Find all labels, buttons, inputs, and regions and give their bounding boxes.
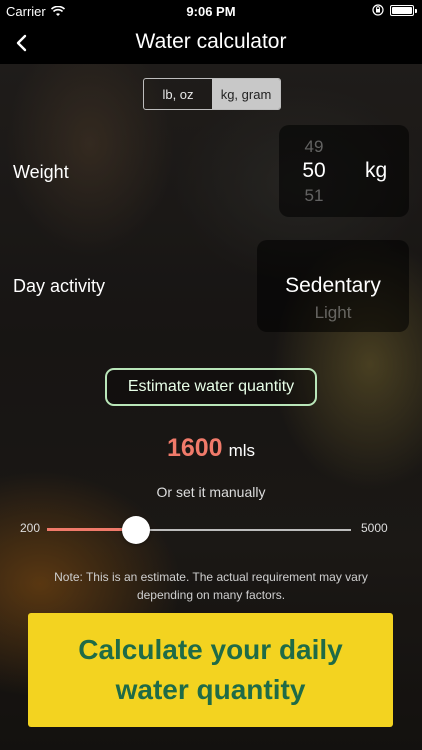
navigation-bar: Water calculator: [0, 24, 422, 64]
activity-selected-value[interactable]: Sedentary: [257, 274, 409, 298]
water-quantity-display: 1600 mls: [0, 434, 422, 463]
weight-unit: kg: [365, 159, 388, 182]
water-quantity-value: 1600: [166, 434, 223, 462]
status-right: [372, 4, 417, 16]
activity-label: Day activity: [13, 276, 106, 296]
weight-selected-value[interactable]: 50: [279, 159, 349, 183]
weight-picker[interactable]: 49 50 51 kg: [279, 125, 409, 217]
status-bar: Carrier 9:06 PM: [0, 0, 422, 24]
slider-thumb[interactable]: [121, 516, 150, 544]
manual-set-label: Or set it manually: [156, 484, 266, 500]
estimate-button[interactable]: Estimate water quantity: [105, 368, 317, 406]
calculator-content: lb, oz kg, gram Weight 49 50 51 kg Day a…: [0, 64, 422, 750]
slider-min-label: 200: [20, 521, 41, 535]
page-title: Water calculator: [135, 30, 287, 53]
activity-next-option[interactable]: Light: [257, 303, 409, 323]
status-time: 9:06 PM: [186, 4, 236, 19]
unit-option-kg-gram[interactable]: kg, gram: [212, 79, 280, 109]
water-quantity-unit: mls: [228, 441, 256, 460]
activity-picker[interactable]: Sedentary Light: [257, 240, 409, 332]
rotation-lock-icon: [372, 4, 384, 16]
slider-max-label: 5000: [361, 521, 388, 535]
weight-prev-option[interactable]: 49: [279, 137, 349, 157]
weight-next-option[interactable]: 51: [279, 186, 349, 206]
unit-segmented-control[interactable]: lb, oz kg, gram: [143, 78, 281, 110]
weight-label: Weight: [13, 162, 69, 182]
calculate-button[interactable]: Calculate your daily water quantity: [28, 613, 393, 727]
unit-option-lb-oz[interactable]: lb, oz: [144, 79, 212, 109]
estimate-note: Note: This is an estimate. The actual re…: [54, 570, 368, 602]
battery-icon: [390, 4, 417, 16]
